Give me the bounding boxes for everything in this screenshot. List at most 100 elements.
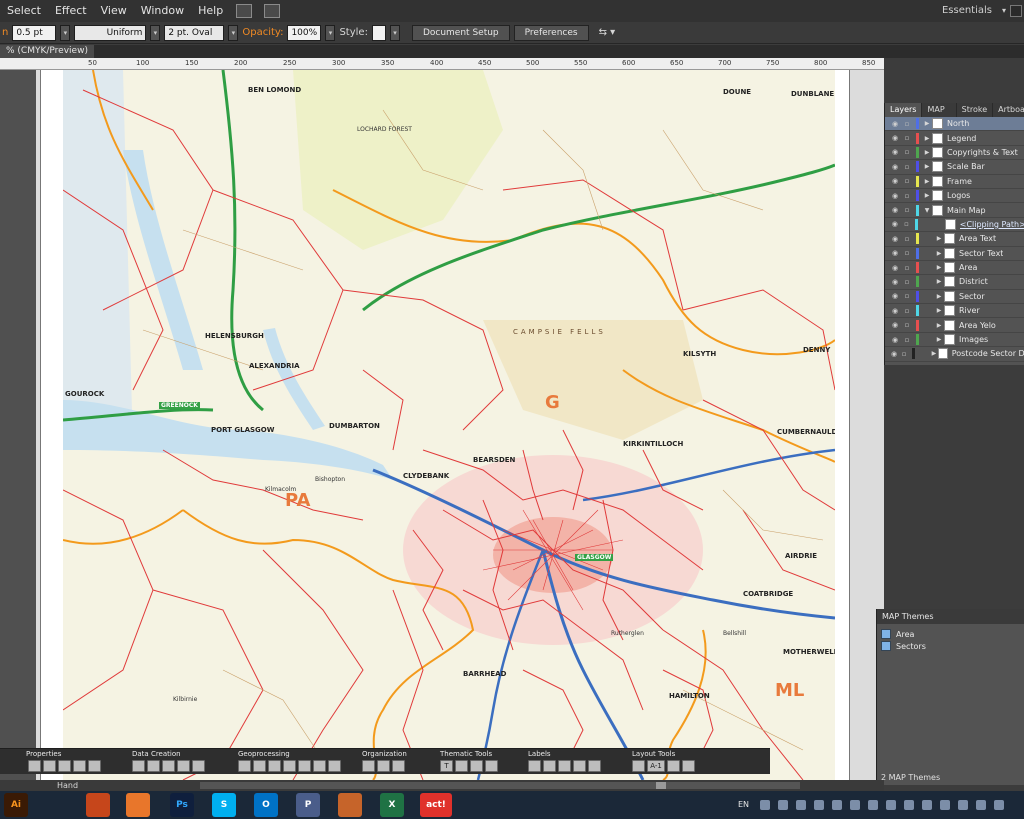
layers-icon[interactable] — [73, 760, 86, 772]
document-icon[interactable] — [88, 760, 101, 772]
visibility-eye-icon[interactable]: ◉ — [889, 264, 901, 272]
horizontal-scrollbar[interactable] — [200, 782, 800, 789]
visibility-eye-icon[interactable]: ◉ — [889, 235, 901, 243]
expand-arrow-icon[interactable]: ▶ — [934, 322, 944, 329]
expand-arrow-icon[interactable]: ▶ — [934, 336, 944, 343]
layer-row[interactable]: ◉ ▫ ▶ Area — [885, 261, 1024, 276]
lock-icon[interactable]: ▫ — [901, 264, 913, 272]
taskbar-act[interactable]: act! — [420, 793, 452, 817]
select-by-attribute-icon[interactable] — [362, 760, 375, 772]
layer-row[interactable]: ◉ ▫ ▶ Copyrights & Text — [885, 146, 1024, 161]
language-indicator[interactable]: EN — [738, 791, 749, 819]
tray-icon[interactable] — [832, 800, 842, 810]
layer-name[interactable]: Sector — [959, 292, 985, 301]
taskbar-app[interactable] — [338, 793, 362, 817]
expand-arrow-icon[interactable]: ▶ — [934, 235, 944, 242]
layer-row[interactable]: ◉ ▫ ▼ Main Map — [885, 203, 1024, 218]
chevron-down-icon[interactable]: ▾ — [389, 24, 400, 41]
visibility-eye-icon[interactable]: ◉ — [889, 336, 901, 344]
taskbar-avast[interactable] — [86, 793, 110, 817]
join-icon[interactable] — [253, 760, 266, 772]
menu-select[interactable]: Select — [0, 0, 48, 22]
taskbar-firefox[interactable] — [126, 793, 150, 817]
layer-name[interactable]: North — [947, 119, 969, 128]
lock-icon[interactable]: ▫ — [901, 220, 913, 228]
taskbar-outlook[interactable]: O — [254, 793, 278, 817]
lock-icon[interactable]: ▫ — [901, 292, 913, 300]
lock-icon[interactable]: ▫ — [901, 134, 913, 142]
expand-arrow-icon[interactable]: ▶ — [922, 120, 932, 127]
label-features-icon[interactable] — [528, 760, 541, 772]
tray-icon[interactable] — [868, 800, 878, 810]
vertex-icon[interactable] — [313, 760, 326, 772]
vertical-ruler[interactable] — [0, 70, 36, 780]
chevron-down-icon[interactable]: ▾ — [325, 24, 336, 41]
layer-row[interactable]: ◉ ▫ ▶ North — [885, 117, 1024, 132]
tray-icon[interactable] — [940, 800, 950, 810]
expand-arrow-icon[interactable]: ▶ — [922, 192, 932, 199]
layer-name[interactable]: River — [959, 306, 980, 315]
layer-name[interactable]: Area Yelo — [959, 321, 996, 330]
visibility-eye-icon[interactable]: ◉ — [889, 206, 901, 214]
chevron-down-icon[interactable]: ▾ — [150, 24, 161, 41]
simplify-icon[interactable] — [238, 760, 251, 772]
tray-icon[interactable] — [958, 800, 968, 810]
stroke-profile-select[interactable]: Uniform — [74, 24, 147, 41]
lock-icon[interactable]: ▫ — [901, 163, 913, 171]
arrange-documents-icon[interactable] — [264, 4, 281, 18]
layer-name[interactable]: Logos — [947, 191, 970, 200]
tray-icon[interactable] — [994, 800, 1004, 810]
horizontal-ruler[interactable]: 50 100 150 200 250 300 350 400 450 500 5… — [0, 58, 884, 70]
tray-icon[interactable] — [814, 800, 824, 810]
lock-icon[interactable]: ▫ — [901, 235, 913, 243]
crop-icon[interactable] — [268, 760, 281, 772]
layer-name[interactable]: Scale Bar — [947, 162, 985, 171]
visibility-eye-icon[interactable]: ◉ — [889, 278, 901, 286]
visibility-eye-icon[interactable]: ◉ — [889, 192, 901, 200]
layer-row[interactable]: ◉ ▫ ▶ Area Yelo — [885, 318, 1024, 333]
layer-row[interactable]: ◉ ▫ ▶ Frame — [885, 175, 1024, 189]
search-icon[interactable] — [1010, 5, 1022, 17]
lock-icon[interactable]: ▫ — [901, 206, 913, 214]
label-text-icon[interactable] — [588, 760, 601, 772]
expand-arrow-icon[interactable]: ▶ — [930, 350, 938, 357]
layer-name[interactable]: Postcode Sector Data — [952, 349, 1024, 358]
tab-layers[interactable]: Layers — [885, 103, 923, 117]
lock-icon[interactable]: ▫ — [901, 148, 913, 156]
layer-name[interactable]: Images — [959, 335, 988, 344]
expand-arrow-icon[interactable]: ▼ — [922, 207, 932, 214]
align-icon[interactable]: ⇆ ▾ — [599, 27, 616, 38]
opacity-field[interactable]: 100% — [287, 24, 322, 41]
expand-arrow-icon[interactable]: ▶ — [922, 163, 932, 170]
scrollbar-thumb[interactable] — [656, 782, 666, 789]
scale-bar-icon[interactable] — [667, 760, 680, 772]
visibility-eye-icon[interactable]: ◉ — [889, 307, 901, 315]
expand-arrow-icon[interactable]: ▶ — [934, 293, 944, 300]
chart-theme-icon[interactable] — [470, 760, 483, 772]
opacity-label[interactable]: Opacity: — [242, 27, 283, 38]
tab-artboards[interactable]: Artboards — [993, 103, 1024, 117]
chevron-down-icon[interactable]: ▾ — [228, 24, 239, 41]
lock-icon[interactable]: ▫ — [899, 350, 909, 358]
theme-item-sectors[interactable]: Sectors — [881, 640, 1024, 652]
layer-row[interactable]: ◉ ▫ ▶ Sector Text — [885, 247, 1024, 261]
layer-name[interactable]: Sector Text — [959, 249, 1003, 258]
visibility-eye-icon[interactable]: ◉ — [889, 350, 899, 358]
grid-icon[interactable] — [177, 760, 190, 772]
tray-icon[interactable] — [886, 800, 896, 810]
location-icon[interactable] — [147, 760, 160, 772]
taskbar-photoshop[interactable]: Ps — [170, 793, 194, 817]
taskbar-skype[interactable]: S — [212, 793, 236, 817]
postcode-map[interactable]: PA G ML BEN LOMOND LOCHARD FOREST HELENS… — [63, 70, 835, 780]
visibility-eye-icon[interactable]: ◉ — [889, 177, 901, 185]
layer-row[interactable]: ◉ ▫ ▶ Logos — [885, 189, 1024, 204]
tray-icon[interactable] — [850, 800, 860, 810]
expand-arrow-icon[interactable]: ▶ — [922, 178, 932, 185]
visibility-eye-icon[interactable]: ◉ — [889, 321, 901, 329]
transform-icon[interactable] — [298, 760, 311, 772]
menu-effect[interactable]: Effect — [48, 0, 94, 22]
symbol-theme-icon[interactable] — [485, 760, 498, 772]
lock-icon[interactable]: ▫ — [901, 321, 913, 329]
tray-icon[interactable] — [904, 800, 914, 810]
layer-name[interactable]: Legend — [947, 134, 976, 143]
